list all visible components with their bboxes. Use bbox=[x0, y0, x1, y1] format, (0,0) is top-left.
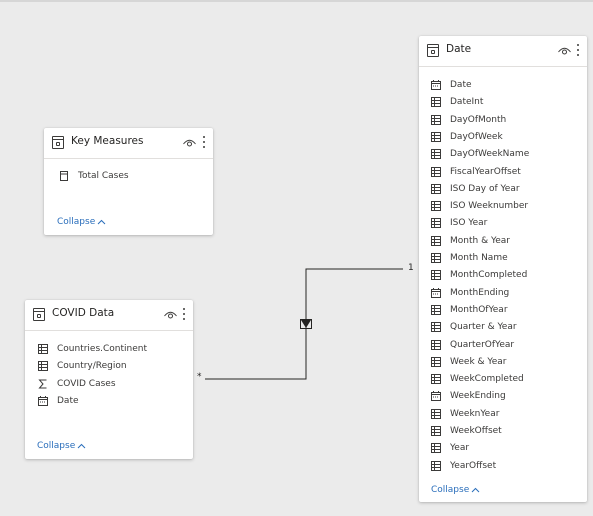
date-header[interactable]: Date bbox=[419, 36, 587, 67]
table-column-icon bbox=[431, 253, 441, 263]
field-label: Year bbox=[450, 443, 470, 454]
table-icon bbox=[52, 136, 64, 149]
field-label: Month & Year bbox=[450, 235, 511, 246]
table-column-icon bbox=[431, 408, 441, 419]
field-label: MonthOfYear bbox=[450, 304, 508, 315]
field-label: WeekEnding bbox=[450, 391, 506, 402]
field-label: DayOfWeekName bbox=[450, 149, 530, 160]
eye-icon[interactable] bbox=[164, 310, 177, 319]
table-column-icon bbox=[431, 426, 441, 436]
calendar-icon bbox=[38, 395, 48, 406]
field-label: Week & Year bbox=[450, 356, 507, 367]
field-label: MonthCompleted bbox=[450, 270, 528, 281]
field-label: Date bbox=[57, 395, 79, 406]
field-label: QuarterOfYear bbox=[450, 339, 515, 350]
chevron-up-icon bbox=[471, 487, 480, 492]
field-label: WeeknYear bbox=[450, 408, 500, 419]
date-title: Date bbox=[446, 43, 472, 55]
covid-data-collapse-button[interactable]: Collapse bbox=[37, 441, 86, 451]
table-column-icon bbox=[431, 339, 441, 350]
calendar-icon bbox=[431, 80, 441, 90]
table-column-icon bbox=[431, 356, 441, 367]
field-label: MonthEnding bbox=[450, 287, 510, 298]
more-options-icon[interactable] bbox=[576, 43, 580, 57]
table-column-icon bbox=[431, 166, 441, 177]
table-column-icon bbox=[431, 460, 441, 471]
table-column-icon bbox=[38, 361, 48, 372]
table-column-icon bbox=[431, 270, 441, 281]
field-label: FiscalYearOffset bbox=[450, 166, 521, 177]
field-label: ISO Day of Year bbox=[450, 183, 520, 194]
covid-data-header[interactable]: COVID Data bbox=[25, 300, 193, 331]
field-label: Date bbox=[450, 80, 472, 90]
table-column-icon bbox=[431, 374, 441, 385]
field-label: YearOffset bbox=[450, 460, 497, 471]
field-label: COVID Cases bbox=[57, 378, 116, 389]
field-label: WeekCompleted bbox=[450, 374, 524, 385]
table-column-icon bbox=[431, 443, 441, 454]
covid-data-table-card[interactable]: COVID Data Countries.Continent Country/Re… bbox=[25, 300, 193, 459]
filter-direction-arrow bbox=[301, 320, 311, 328]
field-label: ISO Weeknumber bbox=[450, 201, 529, 212]
key-measures-header[interactable]: Key Measures bbox=[44, 128, 213, 159]
calendar-icon bbox=[431, 287, 441, 298]
date-collapse-button[interactable]: Collapse bbox=[431, 485, 480, 495]
calculator-icon bbox=[60, 171, 68, 181]
table-column-icon bbox=[38, 344, 48, 354]
table-column-icon bbox=[431, 201, 441, 212]
covid-data-title: COVID Data bbox=[52, 307, 115, 319]
field-label: Countries.Continent bbox=[57, 344, 148, 354]
sigma-icon bbox=[38, 379, 47, 389]
relationship-many-label: * bbox=[197, 372, 202, 382]
key-measures-table-card[interactable]: Key Measures Total Cases Collapse bbox=[44, 128, 213, 235]
field-label: WeekOffset bbox=[450, 426, 502, 436]
table-column-icon bbox=[431, 218, 441, 229]
date-table-card[interactable]: Date Date DateInt DayOfMonth DayOfWeek DayOf… bbox=[419, 36, 587, 502]
eye-icon[interactable] bbox=[183, 138, 196, 147]
eye-icon[interactable] bbox=[558, 46, 571, 55]
field-label: Quarter & Year bbox=[450, 322, 517, 333]
relationship-one-label: 1 bbox=[408, 263, 414, 273]
key-measures-title: Key Measures bbox=[71, 135, 144, 147]
field-label: DayOfMonth bbox=[450, 114, 507, 125]
field-label: Country/Region bbox=[57, 361, 127, 372]
chevron-up-icon bbox=[77, 443, 86, 448]
table-column-icon bbox=[431, 114, 441, 125]
table-column-icon bbox=[431, 183, 441, 194]
chevron-up-icon bbox=[97, 219, 106, 224]
more-options-icon[interactable] bbox=[202, 135, 206, 149]
field-label: Month Name bbox=[450, 253, 508, 263]
calendar-icon bbox=[431, 391, 441, 402]
table-icon bbox=[427, 44, 439, 57]
table-column-icon bbox=[431, 304, 441, 315]
field-label: DayOfWeek bbox=[450, 131, 503, 142]
table-column-icon bbox=[431, 97, 441, 108]
table-column-icon bbox=[431, 235, 441, 246]
collapse-label: Collapse bbox=[57, 217, 96, 227]
field-label: Total Cases bbox=[78, 171, 129, 181]
field-label: DateInt bbox=[450, 97, 484, 108]
more-options-icon[interactable] bbox=[182, 307, 186, 321]
table-icon bbox=[33, 308, 45, 321]
collapse-label: Collapse bbox=[37, 441, 76, 451]
table-column-icon bbox=[431, 149, 441, 160]
key-measures-collapse-button[interactable]: Collapse bbox=[57, 217, 106, 227]
field-label: ISO Year bbox=[450, 218, 488, 229]
table-column-icon bbox=[431, 322, 441, 333]
collapse-label: Collapse bbox=[431, 485, 470, 495]
table-column-icon bbox=[431, 131, 441, 142]
